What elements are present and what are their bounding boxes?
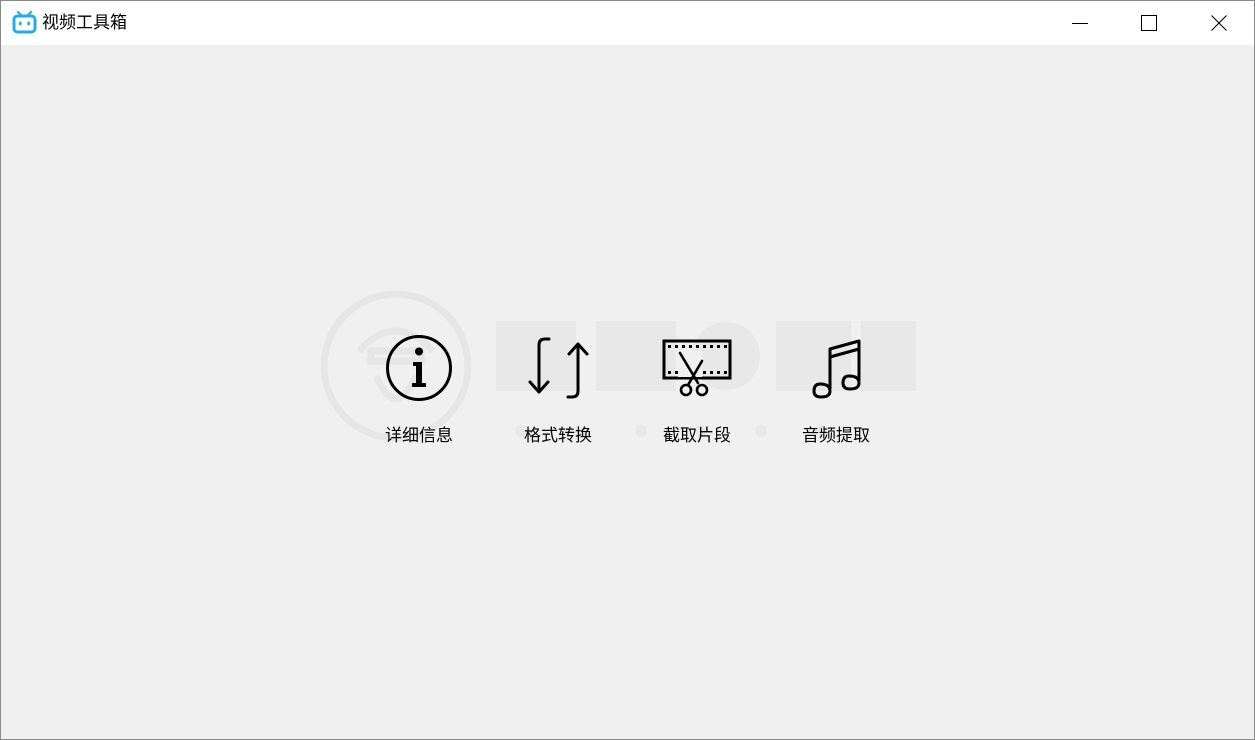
minimize-icon <box>1072 23 1088 24</box>
tool-audio-extract[interactable]: 音频提取 <box>786 333 886 459</box>
convert-arrows-icon <box>528 337 589 399</box>
maximize-button[interactable] <box>1114 1 1184 45</box>
close-button[interactable] <box>1184 1 1254 45</box>
maximize-icon <box>1141 15 1157 31</box>
tool-cut-clip[interactable]: 截取片段 <box>647 333 747 459</box>
music-note-icon <box>812 339 861 399</box>
info-icon <box>386 335 452 401</box>
tool-label: 格式转换 <box>524 426 592 446</box>
tool-label: 截取片段 <box>663 426 731 446</box>
tool-label: 音频提取 <box>802 426 870 446</box>
tool-label: 详细信息 <box>385 426 453 446</box>
main-content: 详细信息 格式转换 截取片段 音频提取 <box>1 45 1254 739</box>
title-bar[interactable]: 视频工具箱 <box>1 1 1254 45</box>
tool-detail-info[interactable]: 详细信息 <box>369 333 469 459</box>
window-title: 视频工具箱 <box>42 13 127 33</box>
tool-format-convert[interactable]: 格式转换 <box>508 333 608 459</box>
minimize-button[interactable] <box>1045 1 1115 45</box>
film-scissors-icon <box>662 339 732 397</box>
bilibili-tv-icon <box>12 11 37 34</box>
app-window: 视频工具箱 详细信息 格式转换 截取片段 音频提取 <box>0 0 1255 740</box>
close-icon <box>1211 15 1227 31</box>
